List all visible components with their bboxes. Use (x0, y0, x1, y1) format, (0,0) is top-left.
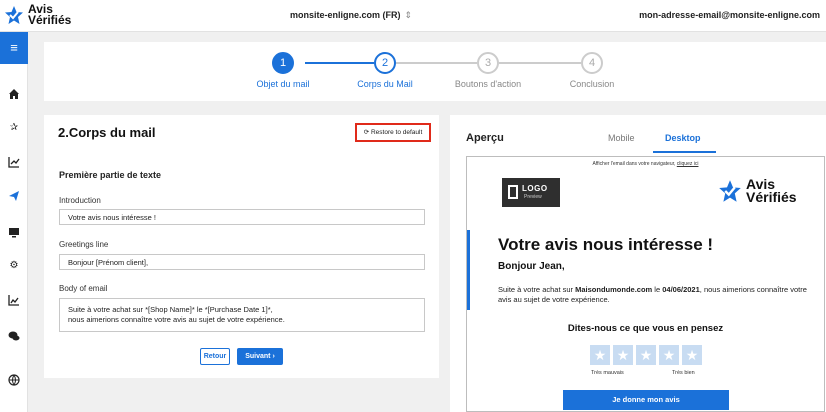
step-number: 1 (272, 52, 294, 74)
step-label: Boutons d'action (454, 79, 522, 89)
analytics-icon[interactable] (8, 294, 20, 306)
top-bar: Avis Vérifiés monsite-enligne.com (FR) ⇕ m… (0, 0, 826, 32)
intro-input[interactable]: Votre avis nous intéresse ! (59, 209, 425, 225)
monitor-icon[interactable] (8, 226, 20, 238)
intro-label: Introduction (59, 196, 101, 205)
email-greeting: Bonjour Jean, (498, 261, 565, 272)
back-button[interactable]: Retour (200, 348, 230, 365)
refresh-icon: ⟳ (363, 129, 370, 136)
rating-question: Dites-nous ce que vous en pensez (567, 323, 724, 334)
star-icon[interactable]: ✰ (8, 122, 20, 134)
sidebar: ≡ ✰ ⚙ (0, 32, 28, 412)
section-title: Première partie de texte (59, 170, 162, 180)
step-number: 3 (477, 52, 499, 74)
step-3[interactable]: 3 Boutons d'action (428, 52, 548, 89)
logo-text: LOGO (522, 184, 548, 193)
globe-icon[interactable] (8, 374, 20, 386)
send-icon[interactable] (8, 190, 20, 202)
panel-title: 2.Corps du mail (58, 125, 156, 140)
avis-verifies-logo-icon (719, 180, 741, 202)
email-title: Votre avis nous intéresse ! (498, 235, 714, 254)
restore-default-button[interactable]: ⟳ Restore to default (355, 123, 431, 142)
site-selector[interactable]: monsite-enligne.com (FR) ⇕ (290, 10, 412, 21)
tab-mobile[interactable]: Mobile (608, 133, 635, 143)
body-textarea[interactable]: Suite à votre achat sur *[Shop Name]* le… (59, 298, 425, 332)
active-tab-indicator (653, 151, 716, 153)
next-button[interactable]: Suivant › (237, 348, 283, 365)
scale-high-label: Très bien (672, 370, 695, 376)
body-label: Body of email (59, 284, 108, 293)
account-email[interactable]: mon-adresse-email@monsite-enligne.com (639, 10, 820, 20)
email-text: Suite à votre achat sur Maisondumonde.co… (498, 285, 807, 304)
site-locale: (FR) (382, 10, 401, 20)
browser-note: Afficher l'email dans votre navigateur, … (592, 161, 699, 167)
step-label: Corps du Mail (357, 79, 413, 89)
stepper: 1 Objet du mail 2 Corps du Mail 3 Bouton… (44, 42, 826, 101)
star-icon[interactable]: ★ (682, 345, 702, 365)
gear-icon[interactable]: ⚙ (8, 260, 20, 272)
email-preview: Afficher l'email dans votre navigateur, … (466, 156, 825, 412)
greetings-label: Greetings line (59, 240, 109, 249)
logo-mark-icon (508, 185, 518, 199)
star-icon[interactable]: ★ (613, 345, 633, 365)
scale-low-label: Très mauvais (591, 370, 624, 376)
brand-logo[interactable]: Avis Vérifiés (4, 2, 72, 27)
step-label: Conclusion (569, 79, 615, 89)
menu-icon[interactable]: ≡ (0, 32, 28, 64)
step-4[interactable]: 4 Conclusion (532, 52, 652, 89)
step-2[interactable]: 2 Corps du Mail (325, 52, 445, 89)
brand-name: Avis Vérifiés (28, 2, 72, 27)
avis-verifies-logo-icon (5, 6, 23, 24)
browser-link[interactable]: cliquez ici (677, 161, 699, 167)
site-name: monsite-enligne.com (290, 10, 381, 20)
chart-icon[interactable] (8, 156, 20, 168)
preview-panel: Aperçu Mobile Desktop Afficher l'email d… (450, 115, 826, 412)
home-icon[interactable] (8, 88, 20, 100)
logo-sub: Preview (524, 194, 542, 200)
step-number: 4 (581, 52, 603, 74)
greetings-input[interactable]: Bonjour [Prénom client], (59, 254, 425, 270)
preview-title: Aperçu (466, 132, 504, 144)
give-review-button[interactable]: Je donne mon avis (563, 390, 729, 410)
star-icon[interactable]: ★ (636, 345, 656, 365)
chevron-right-icon: › (272, 353, 275, 360)
email-body: Votre avis nous intéresse ! Bonjour Jean… (467, 230, 824, 310)
star-icon[interactable]: ★ (659, 345, 679, 365)
tab-desktop[interactable]: Desktop (665, 133, 701, 143)
chevron-updown-icon: ⇕ (404, 10, 413, 20)
avis-verifies-logo: Avis Vérifiés (718, 177, 797, 204)
star-icon[interactable]: ★ (590, 345, 610, 365)
step-number: 2 (374, 52, 396, 74)
chat-icon[interactable] (8, 330, 20, 342)
editor-panel: 2.Corps du mail ⟳ Restore to default Pre… (44, 115, 439, 378)
rating-stars: ★ ★ ★ ★ ★ (590, 345, 705, 365)
logo-placeholder: LOGO Preview (502, 178, 560, 207)
